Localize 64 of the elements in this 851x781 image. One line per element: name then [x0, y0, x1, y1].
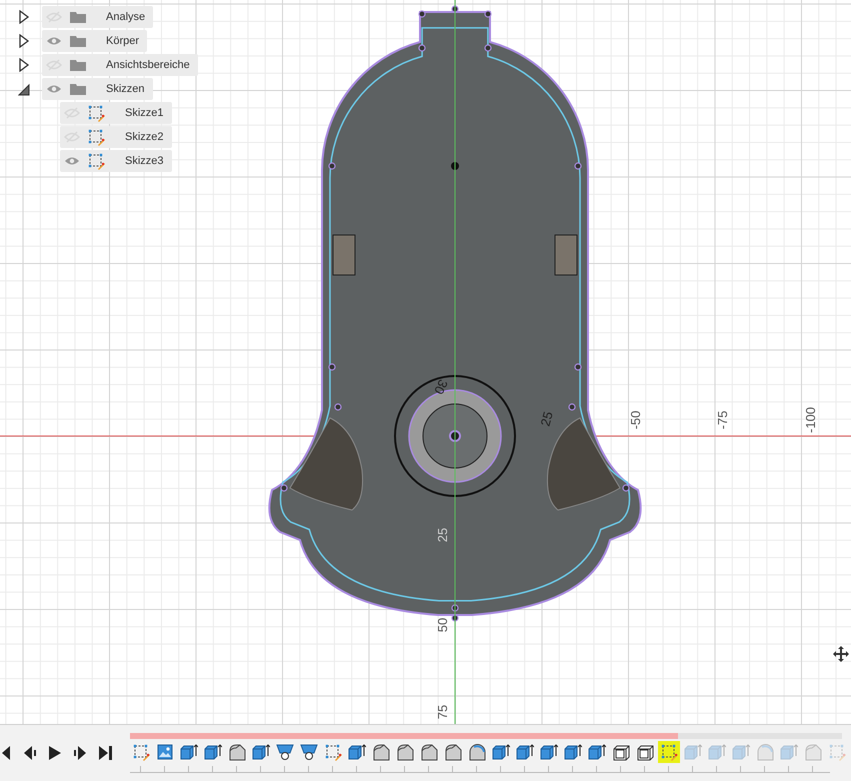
sketch-feature-icon [660, 744, 678, 760]
skip-forward-icon [98, 746, 112, 760]
sketch-icon [88, 128, 105, 146]
hole-feature-icon [276, 743, 294, 761]
browser-node[interactable]: Körper [42, 30, 148, 52]
play-icon [49, 746, 61, 760]
fillet-feature-icon [228, 744, 246, 760]
fillet-feature-icon [420, 744, 438, 760]
sketch-icon [88, 152, 105, 170]
fillet-feature-icon [804, 744, 822, 760]
dimension-label: 30 [431, 377, 451, 397]
extrude-feature-icon [204, 744, 222, 760]
skip-back-icon [0, 746, 10, 760]
fillet-feature-icon [444, 744, 462, 760]
axis-tick-label: -100 [803, 406, 818, 434]
extrude-feature-icon [780, 744, 798, 760]
extrude-feature-icon [564, 744, 582, 760]
image-feature-icon [157, 744, 173, 760]
extrude-feature-icon [588, 744, 606, 760]
sketch-icon [88, 104, 105, 122]
axis-tick-label: 75 [435, 704, 450, 720]
extrude-feature-icon [540, 744, 558, 760]
step-back-icon [23, 746, 37, 760]
folder-icon [70, 59, 86, 71]
collapse-triangle-icon[interactable] [18, 82, 30, 96]
axis-tick-label: -75 [715, 410, 730, 430]
shell-feature-icon [612, 744, 630, 760]
browser-node[interactable]: Skizze1 [60, 102, 172, 124]
expand-triangle-icon[interactable] [18, 58, 30, 72]
last-button[interactable] [96, 744, 114, 762]
folder-icon [70, 11, 86, 23]
browser-node[interactable]: Skizze3 [60, 150, 172, 172]
fillet-feature-icon [372, 744, 390, 760]
browser-node[interactable]: Skizze2 [60, 126, 172, 148]
round-feature-icon [756, 744, 774, 760]
dimension-label: 25 [538, 410, 556, 428]
extrude-feature-icon [516, 744, 534, 760]
pan-icon[interactable] [833, 646, 849, 662]
browser-node[interactable]: Ansichtsbereiche [42, 54, 198, 76]
axis-tick-label: -50 [628, 410, 643, 430]
extrude-feature-icon [708, 744, 726, 760]
axis-tick-label: 25 [435, 528, 450, 542]
extrude-feature-icon [492, 744, 510, 760]
axis-tick-label: 50 [435, 618, 450, 632]
timeline-feature[interactable] [658, 741, 680, 763]
browser-node[interactable]: Skizzen [42, 78, 153, 100]
expand-triangle-icon[interactable] [18, 34, 30, 48]
extrude-feature-icon [732, 744, 750, 760]
step-forward-icon [73, 746, 87, 760]
sketch-feature-icon [828, 744, 846, 760]
browser-node[interactable]: Analyse [42, 6, 154, 28]
round-feature-icon [468, 744, 486, 760]
expand-triangle-icon[interactable] [18, 10, 30, 24]
extrude-feature-icon [252, 744, 270, 760]
sketch-feature-icon [324, 744, 342, 760]
fillet-feature-icon [396, 744, 414, 760]
extrude-feature-icon [684, 744, 702, 760]
folder-icon [70, 35, 86, 47]
extrude-feature-icon [348, 744, 366, 760]
shell-feature-icon [636, 744, 654, 760]
extrude-feature-icon [180, 744, 198, 760]
hole-feature-icon [300, 743, 318, 761]
folder-icon [70, 83, 86, 95]
sketch-feature-icon [132, 744, 150, 760]
